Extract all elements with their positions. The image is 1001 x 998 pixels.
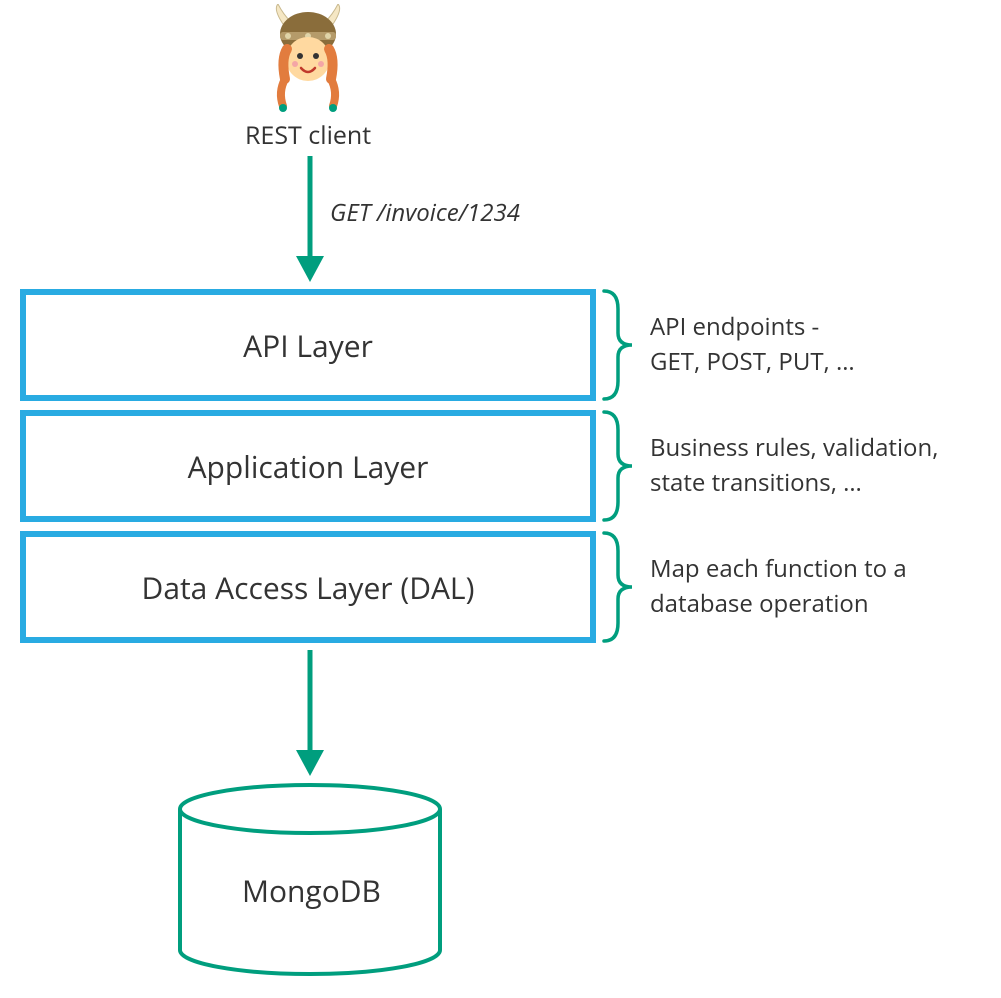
architecture-diagram: REST client GET /invoice/1234 API Layer …: [0, 0, 1001, 998]
layer-box-dal: Data Access Layer (DAL): [20, 531, 596, 643]
layer-title: Data Access Layer (DAL): [142, 567, 475, 608]
annotation-application: Business rules, validation, state transi…: [650, 431, 938, 501]
annotation-api: API endpoints - GET, POST, PUT, …: [650, 310, 855, 380]
request-label: GET /invoice/1234: [330, 196, 520, 229]
layer-box-application: Application Layer: [20, 410, 596, 522]
arrow-client-to-layers: [290, 156, 330, 282]
layer-box-api: API Layer: [20, 289, 596, 401]
annotation-dal: Map each function to a database operatio…: [650, 552, 907, 622]
brace-dal: [600, 531, 634, 643]
arrow-layers-to-db: [290, 650, 330, 776]
client-label: REST client: [245, 118, 371, 152]
layer-title: Application Layer: [188, 446, 429, 487]
brace-application: [600, 410, 634, 522]
database-label: MongoDB: [242, 870, 381, 911]
client-avatar-icon: [263, 4, 353, 114]
layer-title: API Layer: [243, 325, 373, 366]
brace-api: [600, 289, 634, 401]
